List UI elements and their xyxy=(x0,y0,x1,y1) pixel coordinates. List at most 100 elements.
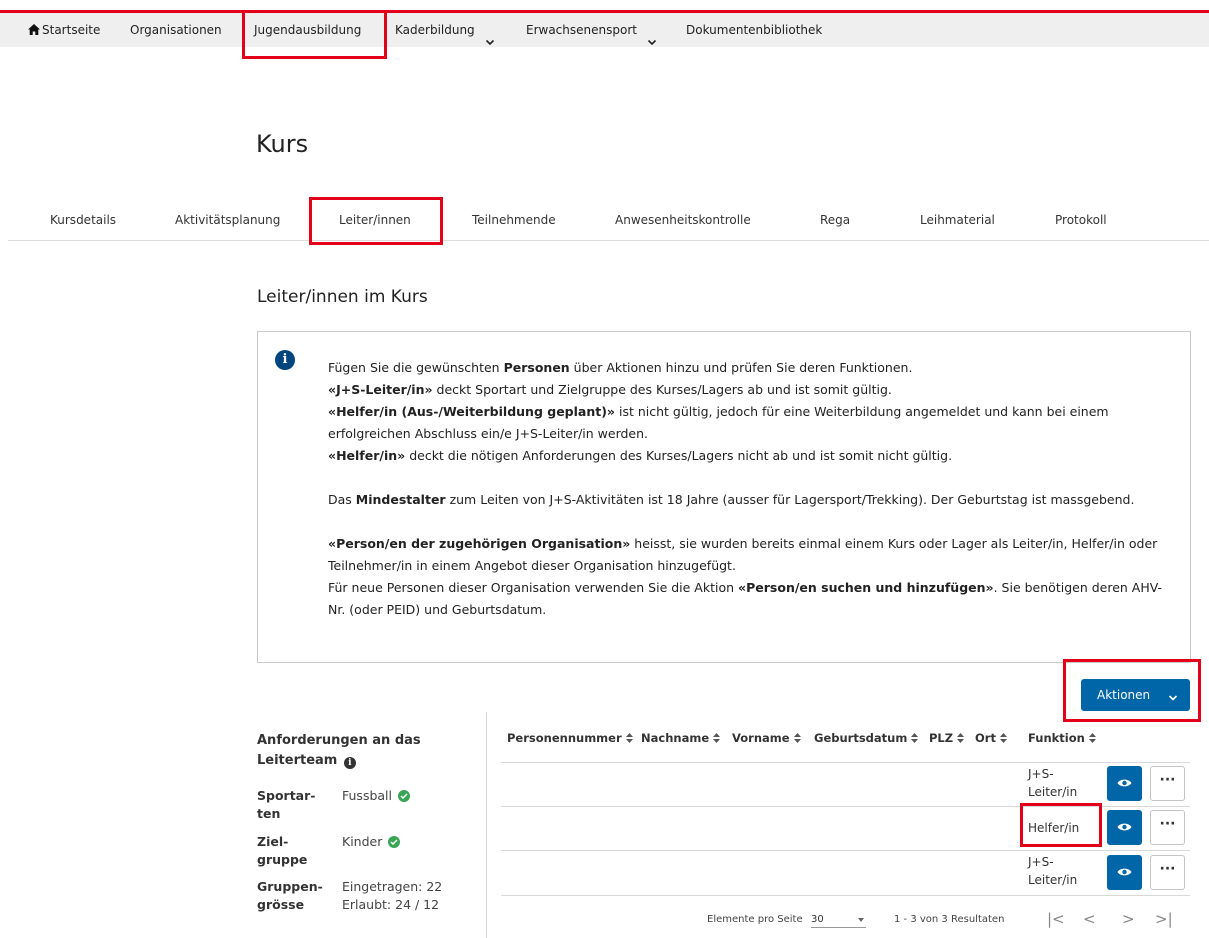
info-text-bold: Personen xyxy=(503,360,570,375)
cell-funktion: J+S- Leiter/in xyxy=(1028,767,1078,799)
tab-leihmaterial[interactable]: Leihmaterial xyxy=(920,213,995,227)
requirements-sportarten-label: Sportar- ten xyxy=(257,788,316,821)
column-header-geburtsdatum[interactable]: Geburtsdatum xyxy=(814,731,919,745)
nav-item-label: Erwachsenensport xyxy=(526,23,637,37)
info-text-part: Fügen Sie die gewünschten xyxy=(328,360,504,375)
eye-icon xyxy=(1117,823,1132,831)
tab-protokoll[interactable]: Protokoll xyxy=(1055,213,1107,227)
highlight-aktionen-button xyxy=(1063,659,1201,722)
sort-icon xyxy=(999,732,1007,743)
highlight-helfer-in xyxy=(1020,803,1102,847)
nav-item-label: Startseite xyxy=(42,23,101,37)
info-text-part: deckt Sportart und Zielgruppe des Kurses… xyxy=(432,382,892,397)
row-divider xyxy=(501,762,1190,763)
nav-item-organisationen[interactable]: Organisationen xyxy=(130,13,222,47)
sort-icon xyxy=(625,732,633,743)
more-options-button[interactable]: ··· xyxy=(1150,766,1185,801)
info-text-part: Für neue Personen dieser Organisation ve… xyxy=(328,580,739,595)
nav-item-label: Kaderbildung xyxy=(395,23,475,37)
requirements-sportarten-value: Fussball xyxy=(342,787,410,805)
chevron-down-icon xyxy=(485,26,495,45)
info-text-bold: «Person/en der zugehörigen Organisation» xyxy=(328,536,631,551)
results-count: 1 - 3 von 3 Resultaten xyxy=(894,914,1005,925)
sort-icon xyxy=(793,732,801,743)
info-text: Fügen Sie die gewünschten Personen über … xyxy=(328,357,1178,621)
requirements-gruppengroesse-value: Eingetragen: 22 Erlaubt: 24 / 12 xyxy=(342,879,443,912)
sort-icon xyxy=(713,732,721,743)
column-header-label: Personennummer xyxy=(507,731,622,745)
requirements-zielgruppe-label: Ziel- gruppe xyxy=(257,834,308,867)
column-header-label: Nachname xyxy=(641,731,710,745)
info-icon: i xyxy=(275,350,295,370)
requirements-gruppengroesse-label: Gruppen- grösse xyxy=(257,879,323,912)
last-page-button[interactable]: >| xyxy=(1155,910,1173,928)
info-paragraph: «Person/en der zugehörigen Organisation»… xyxy=(328,533,1178,577)
view-button[interactable] xyxy=(1107,766,1142,801)
view-button[interactable] xyxy=(1107,855,1142,890)
nav-item-dokumentenbibliothek[interactable]: Dokumentenbibliothek xyxy=(686,13,822,47)
check-icon xyxy=(398,790,410,802)
page-title: Kurs xyxy=(256,130,309,158)
info-text-bold: «Helfer/in (Aus-/Weiterbildung geplant)» xyxy=(328,404,615,419)
nav-item-label: Dokumentenbibliothek xyxy=(686,23,823,37)
section-title: Leiter/innen im Kurs xyxy=(257,287,428,307)
eye-icon xyxy=(1117,868,1132,876)
requirements-title: Anforderungen an das Leiterteam i xyxy=(257,731,457,771)
home-icon xyxy=(28,14,40,35)
info-text-part: über Aktionen hinzu und prüfen Sie deren… xyxy=(569,360,913,375)
more-options-button[interactable]: ··· xyxy=(1150,810,1185,845)
eye-icon xyxy=(1117,779,1132,787)
column-header-nachname[interactable]: Nachname xyxy=(641,731,721,745)
per-page-select[interactable]: 30 xyxy=(811,914,866,928)
column-header-funktion[interactable]: Funktion xyxy=(1028,731,1096,745)
column-header-ort[interactable]: Ort xyxy=(975,731,1007,745)
info-text-part: deckt die nötigen Anforderungen des Kurs… xyxy=(405,448,953,463)
next-page-button[interactable]: > xyxy=(1122,910,1135,928)
nav-item-erwachsenensport[interactable]: Erwachsenensport xyxy=(526,13,657,47)
requirements-title-text: Anforderungen an das Leiterteam xyxy=(257,733,421,768)
requirements-value-text: Kinder xyxy=(342,834,383,849)
sort-icon xyxy=(911,732,919,743)
highlight-tab-leiter-innen xyxy=(309,197,443,245)
view-button[interactable] xyxy=(1107,810,1142,845)
tab-aktivitaetsplanung[interactable]: Aktivitätsplanung xyxy=(175,213,280,227)
nav-item-kaderbildung[interactable]: Kaderbildung xyxy=(395,13,495,47)
tabs-divider xyxy=(8,240,1209,241)
row-divider xyxy=(501,895,1190,896)
more-options-button[interactable]: ··· xyxy=(1150,855,1185,890)
tab-anwesenheitskontrolle[interactable]: Anwesenheitskontrolle xyxy=(615,213,751,227)
prev-page-button[interactable]: < xyxy=(1083,910,1096,928)
info-paragraph: Fügen Sie die gewünschten Personen über … xyxy=(328,357,1178,379)
column-header-personennummer[interactable]: Personennummer xyxy=(507,731,633,745)
first-page-button[interactable]: |< xyxy=(1047,910,1065,928)
info-text-bold: «Helfer/in» xyxy=(328,448,406,463)
info-paragraph: «J+S-Leiter/in» deckt Sportart und Zielg… xyxy=(328,379,1178,401)
column-header-label: Vorname xyxy=(732,731,790,745)
nav-item-startseite[interactable]: Startseite xyxy=(28,13,100,47)
column-header-label: Geburtsdatum xyxy=(814,731,908,745)
info-text-bold: «Person/en suchen und hinzufügen» xyxy=(738,580,994,595)
info-paragraph: «Helfer/in» deckt die nötigen Anforderun… xyxy=(328,445,1178,467)
sort-icon xyxy=(957,732,965,743)
info-paragraph: «Helfer/in (Aus-/Weiterbildung geplant)»… xyxy=(328,401,1178,445)
info-text-bold: «J+S-Leiter/in» xyxy=(328,382,433,397)
info-icon[interactable]: i xyxy=(343,757,356,769)
caret-down-icon xyxy=(858,918,864,922)
per-page-label: Elemente pro Seite xyxy=(707,914,803,925)
tab-teilnehmende[interactable]: Teilnehmende xyxy=(472,213,556,227)
panel-divider xyxy=(486,712,487,938)
info-text-bold: Mindestalter xyxy=(355,492,446,507)
tab-rega[interactable]: Rega xyxy=(820,213,850,227)
cell-funktion: J+S- Leiter/in xyxy=(1028,855,1078,887)
requirements-zielgruppe-value: Kinder xyxy=(342,833,401,851)
column-header-vorname[interactable]: Vorname xyxy=(732,731,801,745)
per-page-value: 30 xyxy=(811,914,824,925)
tab-kursdetails[interactable]: Kursdetails xyxy=(50,213,116,227)
column-header-plz[interactable]: PLZ xyxy=(929,731,965,745)
info-paragraph: Das Mindestalter zum Leiten von J+S-Akti… xyxy=(328,489,1178,511)
nav-item-label: Organisationen xyxy=(130,23,222,37)
info-paragraph: Für neue Personen dieser Organisation ve… xyxy=(328,577,1178,621)
info-text-part: zum Leiten von J+S-Aktivitäten ist 18 Ja… xyxy=(445,492,1135,507)
